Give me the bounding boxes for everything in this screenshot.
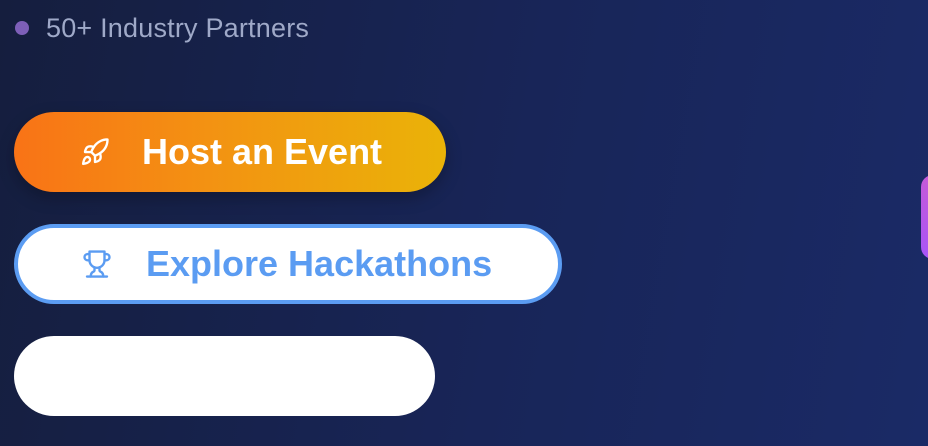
explore-hackathons-button[interactable]: Explore Hackathons bbox=[14, 224, 562, 304]
host-event-label: Host an Event bbox=[142, 131, 383, 172]
blank-button[interactable] bbox=[14, 336, 435, 416]
stat-text: 50+ Industry Partners bbox=[46, 12, 310, 43]
rocket-icon bbox=[80, 137, 110, 167]
stat-partners: 50+ Industry Partners bbox=[15, 10, 309, 46]
trophy-icon bbox=[82, 249, 112, 279]
explore-hackathons-label: Explore Hackathons bbox=[146, 243, 493, 284]
host-event-button[interactable]: Host an Event bbox=[14, 112, 446, 192]
stat-dot bbox=[15, 21, 29, 35]
side-card-edge bbox=[921, 175, 928, 259]
